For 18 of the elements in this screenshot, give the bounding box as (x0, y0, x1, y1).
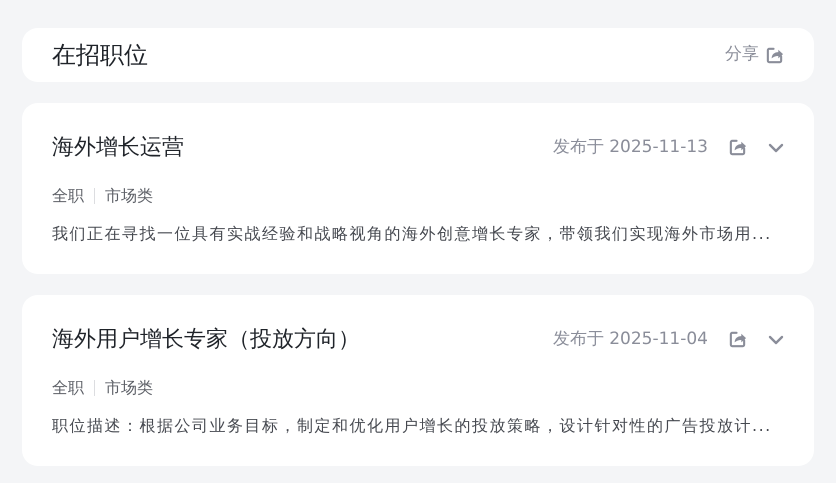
job-description: 我们正在寻找一位具有实战经验和战略视角的海外创意增长专家，带领我们实现海外市场用... (52, 223, 773, 245)
share-icon[interactable] (728, 138, 747, 157)
chevron-down-icon[interactable] (768, 334, 784, 344)
job-title: 海外增长运营 (52, 134, 184, 162)
job-tag: 全职 (52, 184, 84, 208)
job-card[interactable]: 海外用户增长专家（投放方向） 发布于 2025-11-04 全职 市场类 职位描述：根据公司业务目标，制定和优化用户增长的投放策略，设计针对性的广告投放计... (22, 295, 814, 466)
job-description: 职位描述：根据公司业务目标，制定和优化用户增长的投放策略，设计针对性的广告投放计... (52, 415, 773, 437)
job-card[interactable]: 海外增长运营 发布于 2025-11-13 全职 市场类 我们正在寻找一位具有实战经验和战略视角的海外创意增长专家，带领我们实现海外市场用... (22, 103, 814, 274)
publish-date: 发布于 2025-11-13 (552, 136, 708, 159)
publish-date: 发布于 2025-11-04 (552, 328, 708, 351)
section-title: 在招职位 (52, 40, 148, 71)
chevron-down-icon[interactable] (768, 142, 784, 152)
share-icon[interactable] (728, 330, 747, 349)
job-tag: 市场类 (105, 184, 153, 208)
job-title: 海外用户增长专家（投放方向） (52, 326, 360, 354)
job-tag: 市场类 (105, 376, 153, 400)
job-tag: 全职 (52, 376, 84, 400)
share-icon[interactable] (765, 46, 784, 64)
